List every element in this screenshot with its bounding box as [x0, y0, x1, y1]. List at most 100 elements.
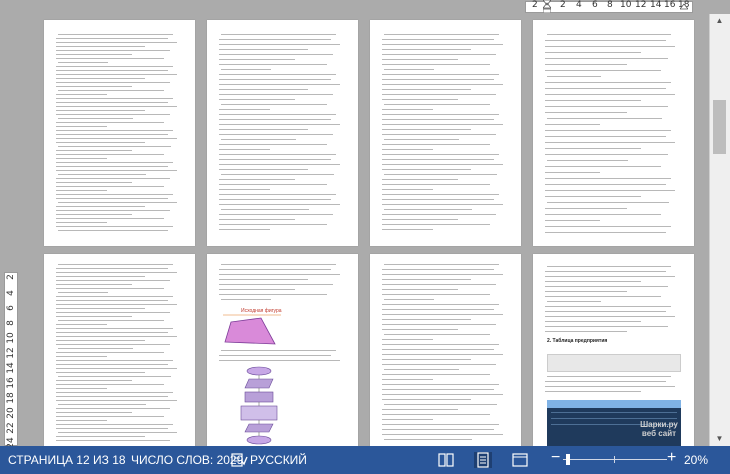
text-line: [547, 202, 669, 203]
language-indicator[interactable]: РУССКИЙ: [250, 453, 307, 467]
text-line: [219, 134, 333, 135]
text-line: [382, 94, 496, 95]
text-line: [382, 59, 458, 60]
zoom-slider-track[interactable]: [563, 459, 667, 460]
text-line: [56, 70, 168, 71]
text-line: [56, 316, 132, 317]
zoom-level[interactable]: 20%: [684, 453, 708, 467]
text-line: [382, 314, 503, 315]
text-line: [382, 294, 490, 295]
text-line: [382, 429, 494, 430]
text-line: [219, 94, 333, 95]
page-counter[interactable]: СТРАНИЦА 12 ИЗ 18: [8, 453, 126, 467]
text-line: [56, 364, 168, 365]
indent-marker-icon[interactable]: [543, 0, 551, 13]
text-line: [56, 150, 132, 151]
text-line: [382, 159, 494, 160]
page-thumbnail[interactable]: [533, 20, 694, 246]
page-thumbnail[interactable]: 2. Таблица предприятия Шарки.ру веб сайт: [533, 254, 694, 446]
text-line: [219, 279, 308, 280]
text-line: [56, 158, 107, 159]
text-line: [56, 126, 107, 127]
text-line: [547, 376, 671, 377]
text-line: [56, 388, 107, 389]
horizontal-ruler[interactable]: 2 2 4 6 8 10 12 14 16 18: [0, 0, 730, 14]
text-line: [56, 110, 145, 111]
scroll-thumb[interactable]: [713, 100, 726, 154]
trapezoid-figure-icon: Исходная фигура: [223, 308, 282, 345]
print-layout-icon[interactable]: [474, 452, 492, 468]
text-line: [545, 391, 641, 392]
text-line: [56, 288, 164, 289]
page-thumbnail[interactable]: [44, 254, 195, 446]
ruler-number: 18: [6, 392, 16, 404]
text-line: [56, 396, 168, 397]
scroll-down-icon[interactable]: ▼: [713, 434, 726, 444]
text-line: [58, 264, 173, 265]
ruler-number: 8: [6, 320, 16, 326]
text-line: [56, 162, 173, 163]
page-thumbnail[interactable]: Исходная фигура: [207, 254, 358, 446]
text-line: [219, 189, 270, 190]
ruler-number: 8: [607, 0, 613, 10]
text-line: [56, 102, 168, 103]
ruler-number: 6: [6, 305, 16, 311]
text-line: [56, 142, 145, 143]
text-line: [56, 324, 107, 325]
text-line: [56, 182, 132, 183]
text-line: [56, 420, 107, 421]
text-line: [58, 292, 108, 293]
text-line: [382, 89, 471, 90]
text-line: [545, 58, 668, 59]
text-line: [219, 355, 331, 356]
word-count[interactable]: ЧИСЛО СЛОВ: 2029: [131, 453, 243, 467]
text-line: [219, 294, 327, 295]
web-layout-icon[interactable]: [511, 452, 529, 468]
text-line: [382, 39, 494, 40]
text-line: [221, 350, 336, 351]
vertical-scrollbar[interactable]: ▲ ▼: [709, 14, 730, 446]
text-line: [56, 198, 168, 199]
text-line: [545, 100, 641, 101]
text-line: [545, 208, 627, 209]
ruler-number: 14: [650, 0, 662, 10]
text-line: [547, 76, 601, 77]
text-line: [545, 196, 641, 197]
page-thumbnail[interactable]: [207, 20, 358, 246]
text-line: [545, 271, 666, 272]
right-indent-marker-icon[interactable]: [680, 0, 688, 13]
text-line: [219, 119, 331, 120]
zoom-slider-thumb[interactable]: [566, 454, 570, 465]
page-thumbnail[interactable]: [44, 20, 195, 246]
text-line: [219, 179, 295, 180]
page-thumbnail[interactable]: [370, 20, 521, 246]
scroll-up-icon[interactable]: ▲: [713, 16, 726, 26]
text-line: [219, 360, 340, 361]
text-line: [56, 284, 132, 285]
text-line: [219, 289, 295, 290]
text-line: [382, 359, 471, 360]
text-line: [58, 90, 164, 91]
text-line: [58, 202, 177, 203]
proofing-icon[interactable]: [230, 452, 248, 468]
text-line: [221, 139, 296, 140]
page-thumbnail[interactable]: [370, 254, 521, 446]
text-line: [56, 400, 177, 401]
ruler-number: 4: [6, 290, 16, 296]
text-line: [219, 224, 327, 225]
text-line: [545, 311, 666, 312]
text-line: [219, 59, 295, 60]
read-mode-icon[interactable]: [437, 452, 455, 468]
text-line: [384, 139, 459, 140]
text-line: [56, 412, 132, 413]
zoom-in-button[interactable]: +: [667, 449, 676, 467]
zoom-out-button[interactable]: −: [551, 449, 560, 467]
text-line: [545, 220, 600, 221]
vertical-ruler[interactable]: 2 4 6 8 10 12 14 16 18 20 22 24: [0, 14, 22, 449]
text-line: [382, 124, 503, 125]
text-line: [56, 436, 145, 437]
text-line: [382, 219, 458, 220]
text-line: [382, 134, 496, 135]
embedded-image: [547, 354, 681, 372]
text-line: [56, 372, 145, 373]
